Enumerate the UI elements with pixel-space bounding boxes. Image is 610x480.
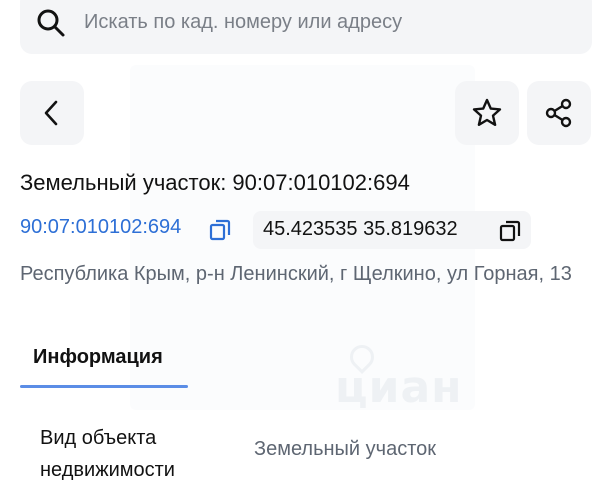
info-row-label: Вид объекта недвижимости — [40, 427, 175, 480]
search-input[interactable] — [84, 9, 574, 35]
tab-information[interactable]: Информация — [20, 336, 188, 388]
active-tab-indicator — [20, 385, 188, 388]
info-row-value: Земельный участок — [254, 438, 437, 460]
share-icon — [545, 98, 572, 128]
copy-icon[interactable] — [498, 219, 522, 243]
object-title: Земельный участок: 90:07:010102:694 — [20, 170, 410, 195]
object-card-page: циан Земельный участок: 90:07:010102:694 — [0, 0, 610, 480]
brand-watermark-logo: циан — [335, 362, 463, 413]
copy-icon[interactable] — [208, 218, 232, 242]
favorite-button[interactable] — [455, 81, 519, 145]
search-bar[interactable] — [20, 0, 592, 54]
coordinates-chip[interactable]: 45.423535 35.819632 — [253, 211, 531, 249]
share-button[interactable] — [527, 81, 591, 145]
back-button[interactable] — [20, 81, 84, 145]
tab-label: Информация — [33, 346, 163, 368]
object-address: Республика Крым, р-н Ленинский, г Щелкин… — [20, 263, 572, 285]
cadastral-number-link[interactable]: 90:07:010102:694 — [20, 216, 181, 239]
chevron-left-icon — [44, 100, 58, 126]
star-icon — [472, 98, 502, 126]
coordinates-text: 45.423535 35.819632 — [263, 218, 458, 240]
search-icon — [37, 9, 65, 37]
